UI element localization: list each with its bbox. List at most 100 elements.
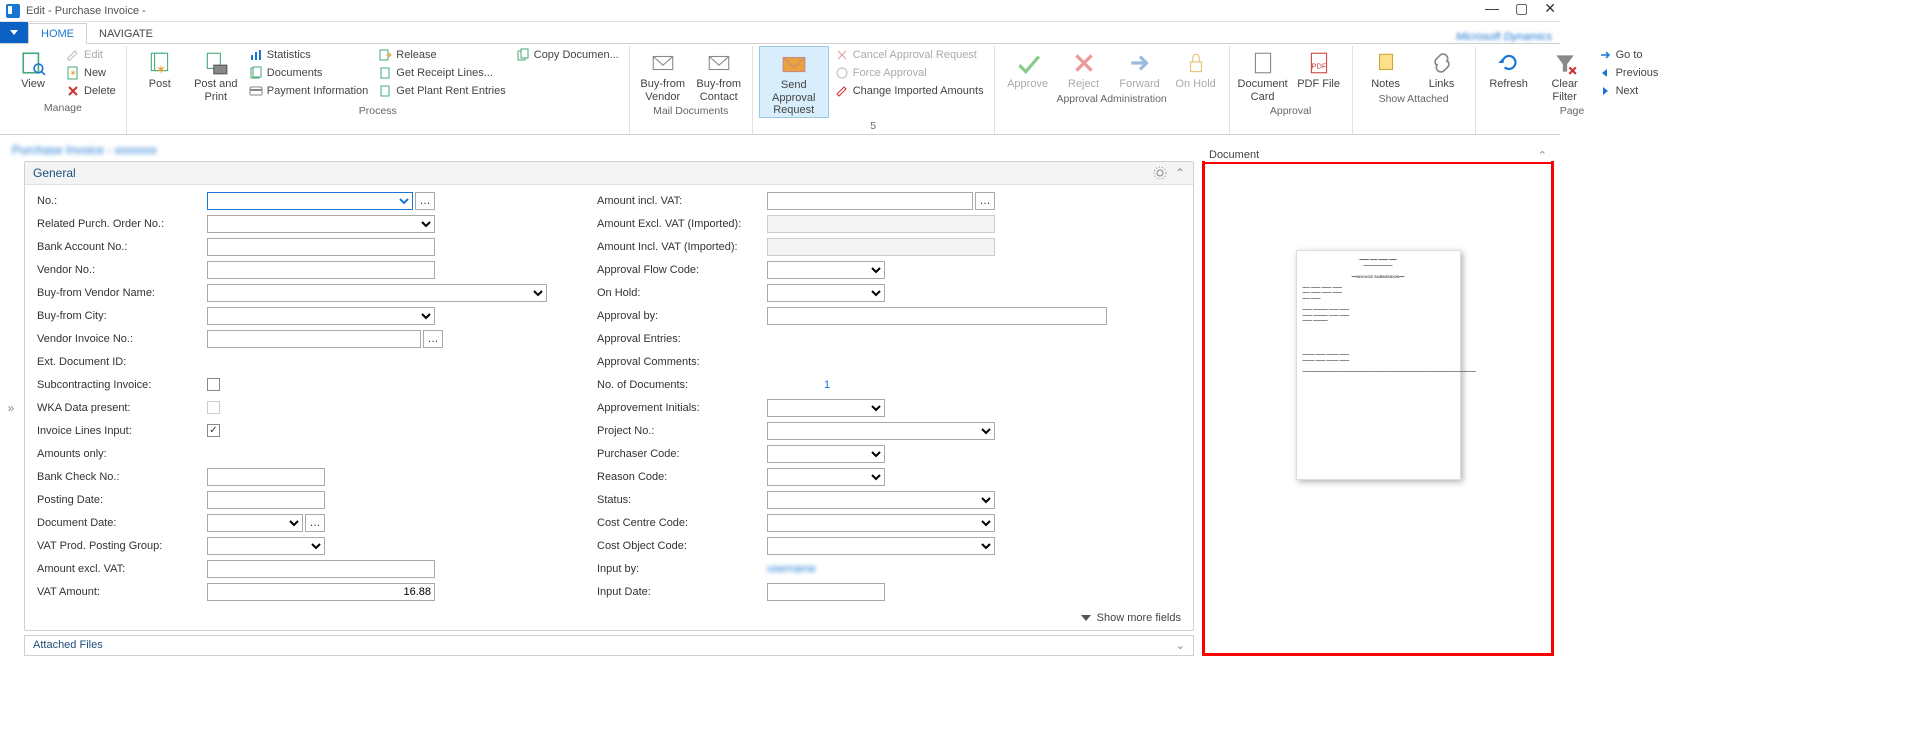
amount-incl-vat-field[interactable] bbox=[767, 192, 973, 210]
next-icon bbox=[1598, 84, 1612, 98]
panel-attached-files[interactable]: Attached Files ⌄ bbox=[24, 635, 1194, 656]
stats-icon bbox=[249, 48, 263, 62]
chevron-up-icon[interactable]: ⌃ bbox=[1538, 149, 1547, 162]
cost-object-field[interactable] bbox=[767, 537, 995, 555]
svg-text:✶: ✶ bbox=[69, 68, 77, 78]
get-plant-rent-button[interactable]: Get Plant Rent Entries bbox=[374, 82, 509, 100]
panel-general-title: General bbox=[33, 166, 76, 180]
bank-check-no-field[interactable] bbox=[207, 468, 325, 486]
copy-document-button[interactable]: Copy Documen... bbox=[512, 46, 623, 64]
ribbon: View Edit ✶New Delete Manage ✶ Post Post… bbox=[0, 44, 1560, 135]
general-right-column: Amount incl. VAT: … Amount Excl. VAT (Im… bbox=[597, 191, 1117, 602]
project-no-field[interactable] bbox=[767, 422, 995, 440]
purchaser-code-field[interactable] bbox=[767, 445, 885, 463]
no-label: No.: bbox=[37, 195, 207, 207]
related-po-field[interactable] bbox=[207, 215, 435, 233]
input-by-link[interactable]: username bbox=[767, 563, 816, 575]
previous-button[interactable]: Previous bbox=[1594, 64, 1663, 82]
next-button[interactable]: Next bbox=[1594, 82, 1663, 100]
vendor-invoice-no-field[interactable] bbox=[207, 330, 421, 348]
group-approval-label: Approval bbox=[1236, 103, 1346, 117]
approve-button[interactable]: Approve bbox=[1001, 46, 1055, 91]
on-hold-field[interactable] bbox=[767, 284, 885, 302]
tab-home[interactable]: HOME bbox=[28, 23, 87, 44]
chevron-up-icon[interactable]: ⌃ bbox=[1175, 166, 1185, 180]
minimize-icon[interactable]: — bbox=[1485, 0, 1499, 17]
notes-button[interactable]: Notes bbox=[1359, 46, 1413, 91]
amount-excl-vat-field[interactable] bbox=[207, 560, 435, 578]
no-field[interactable] bbox=[207, 192, 413, 210]
post-button[interactable]: ✶ Post bbox=[133, 46, 187, 91]
send-approval-request-button[interactable]: Send Approval Request bbox=[759, 46, 829, 118]
statistics-button[interactable]: Statistics bbox=[245, 46, 373, 64]
document-preview[interactable]: ━━━━ ━━━ ━━━━ ━━━ ━━━━━━━━━━━━ ━━INVOICE… bbox=[1296, 250, 1461, 480]
approval-by-field[interactable] bbox=[767, 307, 1107, 325]
notes-icon bbox=[1372, 50, 1400, 76]
view-button[interactable]: View bbox=[6, 46, 60, 91]
title-bar: Edit - Purchase Invoice - — ▢ ✕ bbox=[0, 0, 1560, 22]
cancel-approval-button[interactable]: Cancel Approval Request bbox=[831, 46, 988, 64]
tab-navigate[interactable]: NAVIGATE bbox=[87, 24, 165, 43]
vendor-no-field[interactable] bbox=[207, 261, 435, 279]
panel-document-title: Document bbox=[1209, 149, 1259, 161]
approval-flow-field[interactable] bbox=[767, 261, 885, 279]
collapse-handle[interactable]: » bbox=[6, 161, 16, 656]
payment-info-button[interactable]: Payment Information bbox=[245, 82, 373, 100]
delete-button[interactable]: Delete bbox=[62, 82, 120, 100]
file-menu-button[interactable] bbox=[0, 21, 28, 43]
ribbon-tab-row: HOME NAVIGATE Microsoft Dynamics bbox=[0, 22, 1560, 44]
links-button[interactable]: Links bbox=[1415, 46, 1469, 91]
forward-button[interactable]: Forward bbox=[1113, 46, 1167, 91]
force-approval-button[interactable]: Force Approval bbox=[831, 64, 988, 82]
group-process-label: Process bbox=[133, 103, 623, 117]
goto-button[interactable]: Go to bbox=[1594, 46, 1663, 64]
group-approval: Document Card PDF PDF File Approval bbox=[1230, 46, 1353, 134]
buy-from-vendor-name-field[interactable] bbox=[207, 284, 547, 302]
post-and-print-button[interactable]: Post and Print bbox=[189, 46, 243, 103]
cost-centre-field[interactable] bbox=[767, 514, 995, 532]
bank-account-field[interactable] bbox=[207, 238, 435, 256]
general-left-column: No.: … Related Purch. Order No.: Bank Ac… bbox=[37, 191, 557, 602]
document-date-field[interactable] bbox=[207, 514, 303, 532]
vat-amount-field[interactable] bbox=[207, 583, 435, 601]
document-card-button[interactable]: Document Card bbox=[1236, 46, 1290, 103]
invoice-lines-checkbox[interactable]: ✓ bbox=[207, 424, 220, 437]
close-icon[interactable]: ✕ bbox=[1544, 0, 1556, 17]
release-button[interactable]: Release bbox=[374, 46, 509, 64]
gear-icon[interactable] bbox=[1153, 166, 1167, 180]
new-button[interactable]: ✶New bbox=[62, 64, 120, 82]
buy-from-city-field[interactable] bbox=[207, 307, 435, 325]
clear-filter-button[interactable]: Clear Filter bbox=[1538, 46, 1592, 103]
no-of-documents-link[interactable]: 1 bbox=[767, 379, 887, 391]
group-show-attached-label: Show Attached bbox=[1359, 91, 1469, 105]
document-date-lookup[interactable]: … bbox=[305, 514, 325, 532]
subcontracting-checkbox[interactable] bbox=[207, 378, 220, 391]
vat-prod-group-field[interactable] bbox=[207, 537, 325, 555]
get-receipt-button[interactable]: Get Receipt Lines... bbox=[374, 64, 509, 82]
documents-icon bbox=[249, 66, 263, 80]
maximize-icon[interactable]: ▢ bbox=[1515, 0, 1528, 17]
prev-icon bbox=[1598, 66, 1612, 80]
buy-from-contact-button[interactable]: Buy-from Contact bbox=[692, 46, 746, 103]
buy-from-vendor-button[interactable]: Buy-from Vendor bbox=[636, 46, 690, 103]
amount-incl-vat-lookup[interactable]: … bbox=[975, 192, 995, 210]
approvement-initials-field[interactable] bbox=[767, 399, 885, 417]
documents-button[interactable]: Documents bbox=[245, 64, 373, 82]
refresh-button[interactable]: Refresh bbox=[1482, 46, 1536, 91]
on-hold-button[interactable]: On Hold bbox=[1169, 46, 1223, 91]
show-more-fields[interactable]: Show more fields bbox=[25, 608, 1193, 630]
no-lookup[interactable]: … bbox=[415, 192, 435, 210]
status-field[interactable] bbox=[767, 491, 995, 509]
input-date-field[interactable] bbox=[767, 583, 885, 601]
reject-button[interactable]: Reject bbox=[1057, 46, 1111, 91]
reason-code-field[interactable] bbox=[767, 468, 885, 486]
group-five-label: 5 bbox=[759, 118, 988, 132]
edit-button[interactable]: Edit bbox=[62, 46, 120, 64]
pdf-file-button[interactable]: PDF PDF File bbox=[1292, 46, 1346, 91]
posting-date-field[interactable] bbox=[207, 491, 325, 509]
vendor-invoice-lookup[interactable]: … bbox=[423, 330, 443, 348]
brand-label: Microsoft Dynamics bbox=[1456, 31, 1552, 43]
group-five: Send Approval Request Cancel Approval Re… bbox=[753, 46, 995, 134]
delete-icon bbox=[66, 84, 80, 98]
change-imported-amounts-button[interactable]: Change Imported Amounts bbox=[831, 82, 988, 100]
